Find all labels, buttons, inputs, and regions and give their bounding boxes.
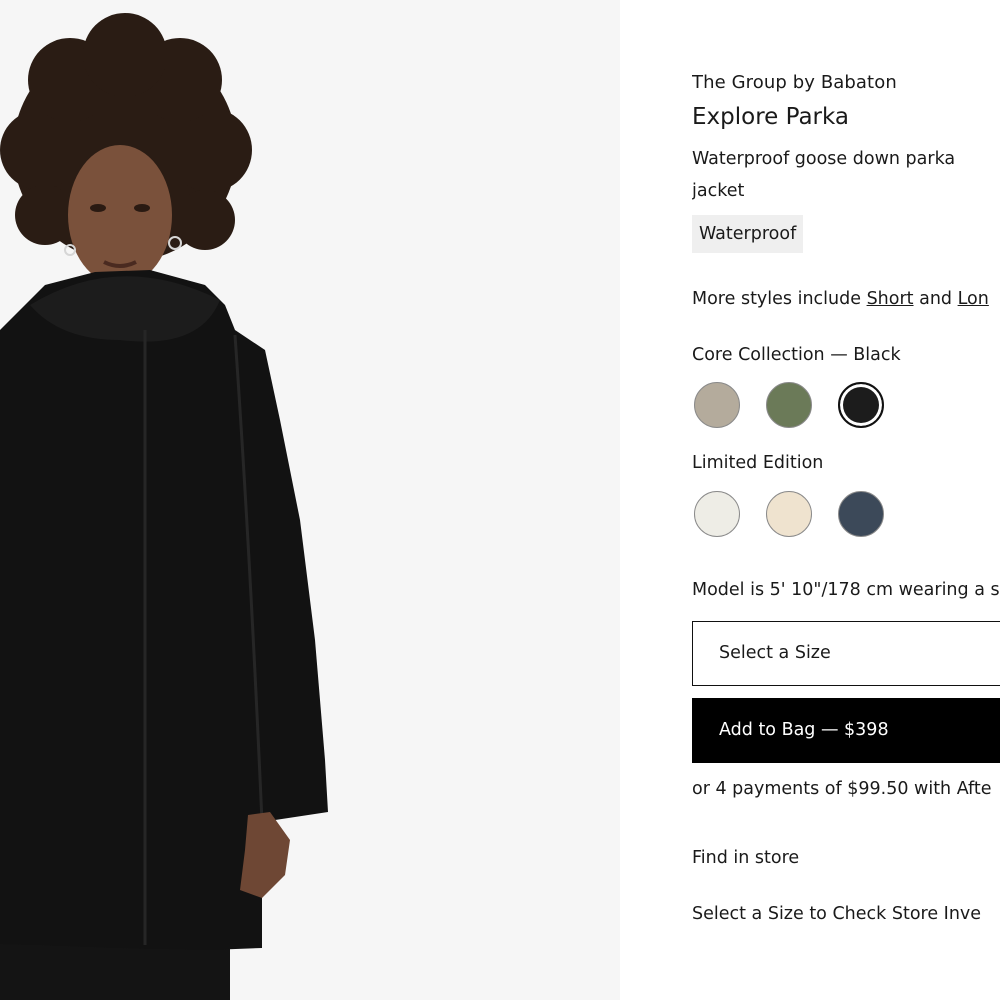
limited-swatches	[694, 491, 884, 537]
swatch-taupe[interactable]	[694, 382, 740, 428]
feature-badge: Waterproof	[692, 215, 804, 253]
more-styles-text: More styles include	[692, 289, 867, 309]
core-collection-label: Core Collection — Black	[692, 345, 901, 365]
more-styles: More styles include Short and Lon	[692, 289, 989, 309]
limited-edition-label: Limited Edition	[692, 453, 824, 473]
core-swatches	[694, 382, 884, 428]
swatch-cream[interactable]	[694, 491, 740, 537]
store-inventory-note: Select a Size to Check Store Inve	[692, 904, 982, 924]
model-info: Model is 5' 10"/178 cm wearing a s	[692, 580, 1000, 600]
model-illustration	[0, 13, 328, 1000]
installment-info: or 4 payments of $99.50 with Afte	[692, 779, 992, 799]
brand-name[interactable]: The Group by Babaton	[692, 72, 897, 93]
find-in-store-link[interactable]: Find in store	[692, 848, 799, 868]
style-link-short[interactable]: Short	[867, 289, 914, 309]
style-link-long[interactable]: Lon	[958, 289, 989, 309]
add-to-bag-button[interactable]: Add to Bag — $398	[692, 698, 1000, 763]
product-details: The Group by Babaton Explore Parka Water…	[692, 0, 1000, 1000]
more-styles-joiner: and	[913, 289, 958, 309]
product-description: Waterproof goose down parka jacket	[692, 149, 956, 201]
swatch-black[interactable]	[838, 382, 884, 428]
swatch-ecru[interactable]	[766, 491, 812, 537]
swatch-navy[interactable]	[838, 491, 884, 537]
size-select[interactable]: Select a Size	[692, 621, 1000, 686]
product-title: Explore Parka	[692, 104, 850, 130]
product-image	[0, 0, 620, 1000]
swatch-olive[interactable]	[766, 382, 812, 428]
